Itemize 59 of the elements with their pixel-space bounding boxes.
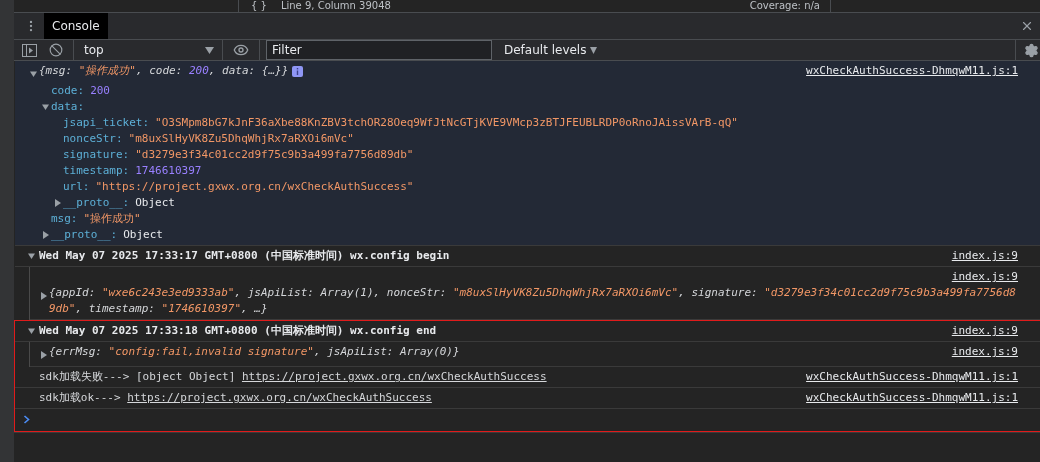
clear-icon[interactable] — [49, 43, 63, 57]
expand-arrow-icon[interactable] — [39, 351, 49, 359]
sidebar-toggle-icon[interactable] — [22, 43, 37, 57]
property-key: timestamp: — [63, 163, 130, 179]
property-key: signature: — [63, 147, 130, 163]
group-title[interactable]: Wed May 07 2025 17:33:18 GMT+0800 (中国标准时间) wx.config end — [39, 323, 437, 339]
source-link[interactable]: wxCheckAuthSuccess-DhmqwM11.js:1 — [806, 63, 1018, 79]
expand-arrow-icon[interactable] — [29, 70, 39, 78]
log-text: sdk加载失败---> [object Object] — [39, 370, 237, 383]
close-icon[interactable] — [1020, 19, 1034, 33]
braces-icon: { } — [251, 0, 267, 12]
caret-icon — [205, 46, 214, 54]
prompt-chevron-icon — [23, 415, 31, 424]
settings-icon[interactable] — [1024, 42, 1039, 58]
source-link[interactable]: wxCheckAuthSuccess-DhmqwM11.js:1 — [806, 369, 1018, 385]
property-value: 1746610397 — [135, 163, 202, 179]
property-key: url: — [63, 179, 90, 195]
expand-arrow-icon[interactable] — [53, 199, 63, 207]
console-tab[interactable]: Console — [44, 13, 108, 39]
url-link[interactable]: https://project.gxwx.org.cn/wxCheckAuthSuccess — [241, 370, 547, 383]
context-select[interactable]: top — [78, 43, 218, 57]
source-link[interactable]: wxCheckAuthSuccess-DhmqwM11.js:1 — [806, 390, 1018, 406]
property-key: data: — [51, 99, 85, 115]
expand-arrow-icon[interactable] — [27, 252, 37, 260]
property-key: __proto__: — [51, 227, 118, 243]
url-link[interactable]: https://project.gxwx.org.cn/wxCheckAuthSuccess — [127, 391, 432, 404]
expand-arrow-icon[interactable] — [41, 103, 51, 111]
property-value: "https://project.gxwx.org.cn/wxCheckAuthSuccess" — [95, 179, 414, 195]
property-value: Object — [135, 195, 175, 211]
source-link[interactable]: index.js:9 — [951, 344, 1018, 360]
property-value: "O3SMpm8bG7kJnF36aXbe88KnZBV3tchOR28Oeq9WfJtNcGTjKVE9VMcp3zBTJFEUBLRDP0oRnoJAissVArB-qQ" — [155, 115, 738, 131]
expand-arrow-icon[interactable] — [41, 231, 51, 239]
caret-icon — [590, 46, 598, 54]
property-key: __proto__: — [63, 195, 130, 211]
expand-arrow-icon[interactable] — [39, 292, 49, 300]
property-value: "d3279e3f34c01cc2d9f75c9b3a499fa7756d89db" — [135, 147, 414, 163]
property-key: msg: — [51, 211, 78, 227]
property-key: jsapi_ticket: — [63, 115, 150, 131]
cursor-position: Line 9, Column 39048 — [280, 0, 391, 12]
log-text: sdk加载ok---> — [39, 391, 122, 404]
levels-dropdown[interactable]: Default levels — [498, 42, 604, 58]
property-key: code: — [51, 83, 85, 99]
source-link[interactable]: index.js:9 — [951, 323, 1018, 339]
property-value: 200 — [90, 83, 110, 99]
property-value: "m8uxSlHyVK8Zu5DhqWhjRx7aRXOi6mVc" — [128, 131, 354, 147]
object-preview[interactable]: {msg: "操作成功", code: 200, data: {…}} — [39, 63, 289, 79]
property-key: nonceStr: — [63, 131, 123, 147]
expand-arrow-icon[interactable] — [27, 327, 37, 335]
filter-field[interactable]: Filter — [266, 40, 492, 60]
object-preview[interactable]: {appId: "wxe6c243e3ed9333ab", jsApiList: Array(1), nonceStr: "m8uxSlHyVK8Zu5DhqWhjRx7aRXOi6mVc", signature: "d3279e3f34c01cc2d9f75c9b3a499fa7756d89db", timestamp: "1746610397", …} — [49, 285, 1018, 317]
coverage-status: Coverage: n/a — [749, 0, 820, 12]
eye-icon[interactable] — [233, 42, 249, 58]
info-icon[interactable] — [292, 66, 304, 77]
source-link[interactable]: index.js:9 — [951, 269, 1018, 285]
property-value: Object — [123, 227, 163, 243]
object-preview[interactable]: {errMsg: "config:fail,invalid signature", jsApiList: Array(0)} — [49, 344, 460, 360]
group-title[interactable]: Wed May 07 2025 17:33:17 GMT+0800 (中国标准时间) wx.config begin — [39, 248, 450, 264]
property-value: "操作成功" — [83, 211, 141, 227]
source-link[interactable]: index.js:9 — [951, 248, 1018, 264]
